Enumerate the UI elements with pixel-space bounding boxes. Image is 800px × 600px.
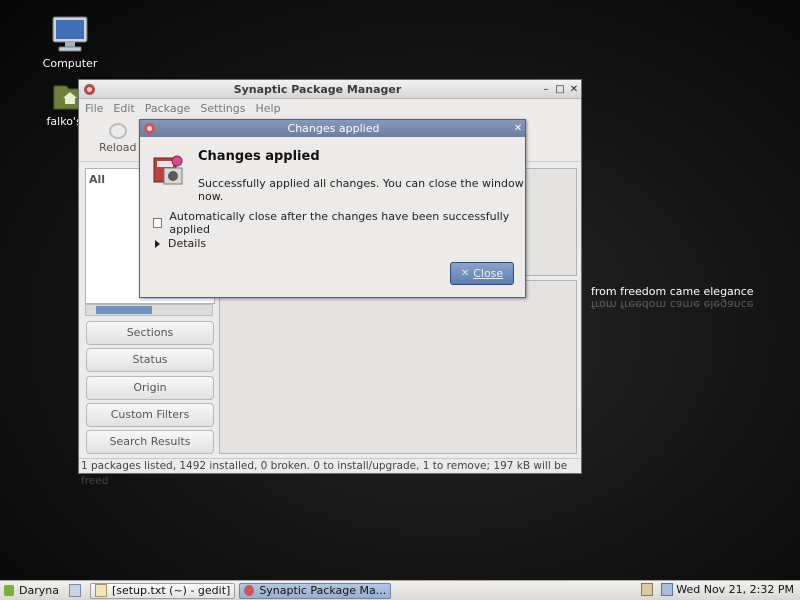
- menu-logo-icon: [4, 585, 14, 596]
- wallpaper-slogan: from freedom came elegance: [591, 285, 754, 298]
- details-label: Details: [168, 237, 207, 250]
- synaptic-icon: [244, 585, 255, 596]
- taskbar-window-synaptic[interactable]: Synaptic Package Ma...: [239, 582, 392, 599]
- custom-filters-button[interactable]: Custom Filters: [86, 403, 214, 427]
- menu-settings[interactable]: Settings: [200, 102, 245, 115]
- wallpaper-slogan-reflection: from freedom came elegance: [591, 298, 754, 311]
- sections-button[interactable]: Sections: [86, 321, 214, 345]
- menu-edit[interactable]: Edit: [113, 102, 134, 115]
- close-button-label: Close: [473, 267, 504, 280]
- search-results-button[interactable]: Search Results: [86, 430, 214, 454]
- close-button[interactable]: ✕ Close: [450, 262, 514, 285]
- network-icon[interactable]: [661, 583, 673, 596]
- package-description: [219, 280, 577, 454]
- menu-help[interactable]: Help: [255, 102, 280, 115]
- system-tray: [641, 583, 678, 596]
- taskbar: Daryna [setup.txt (~) - gedit] Synaptic …: [0, 580, 800, 600]
- maximize-icon[interactable]: □: [553, 84, 567, 95]
- dialog-title: Changes applied: [287, 122, 380, 135]
- changes-applied-dialog: Changes applied ✕ Changes applied Succes…: [139, 119, 526, 298]
- update-notifier-icon[interactable]: [641, 583, 653, 596]
- menubar: File Edit Package Settings Help: [79, 99, 581, 117]
- horizontal-scrollbar[interactable]: [85, 304, 213, 316]
- reload-button[interactable]: Reload: [99, 123, 136, 154]
- minimize-icon[interactable]: –: [539, 84, 553, 95]
- computer-icon: [52, 16, 88, 52]
- details-expander[interactable]: Details: [155, 237, 206, 250]
- clock[interactable]: Wed Nov 21, 2:32 PM: [676, 583, 794, 596]
- show-desktop-icon[interactable]: [68, 584, 81, 597]
- menu-file[interactable]: File: [85, 102, 103, 115]
- menu-package[interactable]: Package: [145, 102, 191, 115]
- dialog-message: Successfully applied all changes. You ca…: [198, 177, 524, 203]
- synaptic-app-icon: [144, 123, 155, 134]
- close-icon: ✕: [460, 268, 470, 279]
- status-bar: 1 packages listed, 1492 installed, 0 bro…: [79, 458, 581, 487]
- status-button[interactable]: Status: [86, 348, 214, 372]
- taskbar-window-label: [setup.txt (~) - gedit]: [111, 584, 231, 597]
- synaptic-app-icon: [84, 83, 95, 95]
- reload-label: Reload: [99, 141, 137, 154]
- origin-button[interactable]: Origin: [86, 376, 214, 400]
- dialog-close-icon[interactable]: ✕: [511, 123, 525, 134]
- auto-close-label: Automatically close after the changes ha…: [169, 210, 510, 236]
- window-title: Synaptic Package Manager: [233, 82, 402, 96]
- dialog-titlebar[interactable]: Changes applied ✕: [140, 120, 525, 137]
- dialog-heading: Changes applied: [198, 149, 320, 164]
- taskbar-window-gedit[interactable]: [setup.txt (~) - gedit]: [89, 582, 236, 599]
- main-menu-button[interactable]: Daryna: [4, 584, 59, 597]
- desktop-icon-computer[interactable]: Computer: [30, 14, 110, 70]
- scrollbar-thumb[interactable]: [96, 306, 152, 314]
- gedit-icon: [94, 584, 107, 597]
- reload-icon: [108, 123, 127, 139]
- desktop-icon-label: Computer: [42, 57, 98, 70]
- package-install-icon: [153, 155, 183, 185]
- close-window-icon[interactable]: ✕: [567, 84, 581, 95]
- main-menu-label: Daryna: [19, 584, 59, 597]
- expander-arrow-icon: [155, 239, 160, 248]
- auto-close-checkbox[interactable]: [153, 218, 163, 228]
- auto-close-option[interactable]: Automatically close after the changes ha…: [153, 210, 525, 236]
- window-titlebar[interactable]: Synaptic Package Manager – □ ✕: [79, 80, 581, 99]
- taskbar-window-label: Synaptic Package Ma...: [259, 584, 387, 597]
